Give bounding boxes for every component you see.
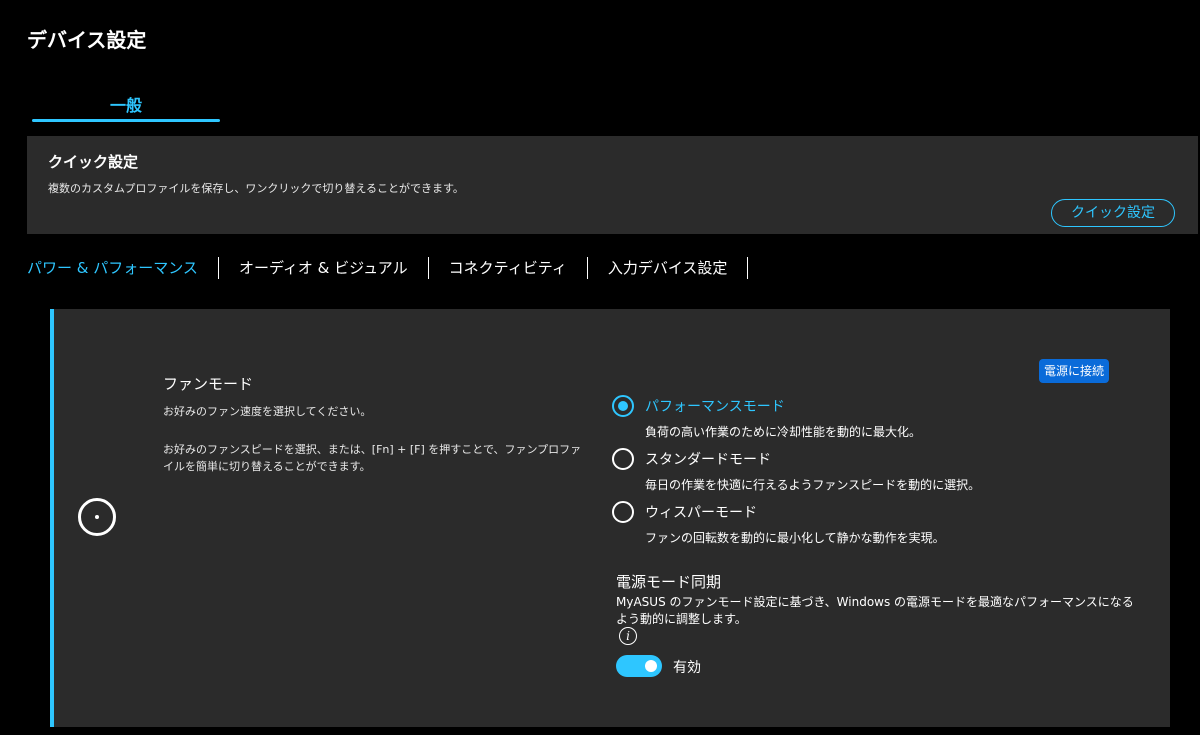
fan-icon xyxy=(78,498,116,536)
subtab-connectivity[interactable]: コネクティビティ xyxy=(429,257,588,279)
fan-mode-card: ファンモード お好みのファン速度を選択してください。 お好みのファンスピードを選… xyxy=(50,309,1170,727)
tab-active-underline xyxy=(32,119,220,122)
power-sync-description: MyASUS のファンモード設定に基づき、Windows の電源モードを最適なパ… xyxy=(616,595,1134,626)
option-label: ウィスパーモード xyxy=(645,505,757,521)
subtab-bar: パワー & パフォーマンス オーディオ & ビジュアル コネクティビティ 入力デ… xyxy=(27,256,749,280)
page-title: デバイス設定 xyxy=(27,28,147,52)
fan-mode-hint: お好みのファンスピードを選択、または、[Fn] + [F] を押すことで、ファン… xyxy=(163,443,582,473)
option-label: パフォーマンスモード xyxy=(645,399,785,415)
subtab-audio-visual[interactable]: オーディオ & ビジュアル xyxy=(219,257,429,279)
radio-performance-mode[interactable] xyxy=(612,395,634,417)
power-sync-title: 電源モード同期 xyxy=(616,573,722,591)
info-icon[interactable]: i xyxy=(619,627,637,645)
subtab-power-performance[interactable]: パワー & パフォーマンス xyxy=(27,257,219,279)
power-connected-badge: 電源に接続 xyxy=(1039,359,1109,383)
tab-general[interactable]: 一般 xyxy=(32,88,220,122)
toggle-knob xyxy=(645,660,657,672)
fan-mode-subtitle: お好みのファン速度を選択してください。 xyxy=(163,405,372,418)
option-description: 毎日の作業を快適に行えるようファンスピードを動的に選択。 xyxy=(645,478,981,492)
option-description: ファンの回転数を動的に最小化して静かな動作を実現。 xyxy=(645,531,945,545)
power-sync-toggle[interactable] xyxy=(616,655,662,677)
radio-standard-mode[interactable] xyxy=(612,448,634,470)
quick-settings-description: 複数のカスタムプロファイルを保存し、ワンクリックで切り替えることができます。 xyxy=(48,182,464,195)
quick-settings-button[interactable]: クイック設定 xyxy=(1051,199,1175,227)
device-settings-page: デバイス設定 一般 クイック設定 複数のカスタムプロファイルを保存し、ワンクリッ… xyxy=(0,0,1200,735)
option-description: 負荷の高い作業のために冷却性能を動的に最大化。 xyxy=(645,425,922,439)
power-sync-toggle-label: 有効 xyxy=(673,660,701,676)
quick-settings-title: クイック設定 xyxy=(48,153,139,171)
subtab-input-devices[interactable]: 入力デバイス設定 xyxy=(588,257,749,279)
fan-mode-title: ファンモード xyxy=(163,375,254,393)
radio-whisper-mode[interactable] xyxy=(612,501,634,523)
option-label: スタンダードモード xyxy=(645,452,771,468)
quick-settings-card: クイック設定 複数のカスタムプロファイルを保存し、ワンクリックで切り替えることが… xyxy=(27,136,1198,234)
tab-general-label: 一般 xyxy=(109,96,142,115)
